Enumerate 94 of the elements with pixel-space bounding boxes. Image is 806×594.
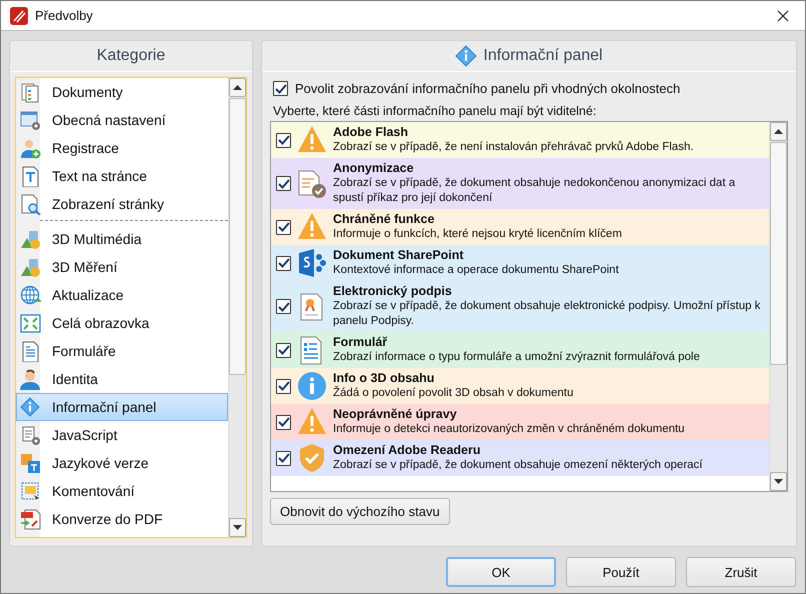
category-item[interactable]: Formuláře	[16, 337, 228, 365]
list-item[interactable]: Chráněné funkce Informuje o funkcích, které nejsou kryté licenčním klíčem	[271, 209, 769, 245]
checkbox[interactable]	[276, 256, 291, 270]
item-description: Informuje o funkcích, které nejsou kryté licenčním klíčem	[333, 227, 623, 242]
checkbox[interactable]	[276, 132, 291, 148]
item-description: Zobrazí se v případě, že dokument obsahuje omezení některých operací	[333, 458, 704, 473]
list-label: Vyberte, které části informačního panelu mají být viditelné:	[273, 104, 598, 118]
item-title: Adobe Flash	[333, 125, 410, 140]
item-description: Žádá o povolení povolit 3D obsah v dokumentu	[333, 386, 574, 401]
window-title: Předvolby	[35, 8, 94, 23]
text-icon	[20, 166, 41, 186]
checkbox[interactable]	[276, 414, 291, 430]
category-item[interactable]: Informační panel	[16, 393, 228, 421]
category-item[interactable]: Celá obrazovka	[16, 309, 228, 337]
dialog-button[interactable]: Zrušit	[686, 557, 796, 587]
item-description: Kontextové informace a operace dokumentu SharePoint	[333, 263, 620, 278]
list-item[interactable]: Elektronický podpis Zobrazí se v případě, že dokument obsahuje elektronické podpisy. Umožní přístup k panelu Podpisy.	[271, 281, 769, 332]
category-item[interactable]: JavaScript	[16, 421, 228, 449]
scrollbar[interactable]	[769, 122, 787, 491]
list-item[interactable]: Dokument SharePoint Kontextové informace a operace dokumentu SharePoint	[271, 245, 769, 281]
document-check-icon	[297, 168, 327, 198]
checkbox[interactable]	[273, 81, 288, 96]
scrollbar[interactable]	[228, 78, 246, 537]
category-item[interactable]: Registrace	[16, 134, 228, 162]
user-add-icon	[20, 138, 41, 158]
item-title: Info o 3D obsahu	[333, 371, 436, 386]
list-item[interactable]: Omezení Adobe Readeru Zobrazí se v případě, že dokument obsahuje omezení některých operací	[271, 440, 769, 476]
dialog-button[interactable]: Použít	[566, 557, 676, 587]
globe-icon	[20, 284, 41, 306]
settings-icon	[20, 110, 41, 130]
item-title: Neoprávněné úpravy	[333, 407, 458, 422]
category-item[interactable]: Obecná nastavení	[16, 106, 228, 134]
reset-button[interactable]: Obnovit do výchozího stavu	[270, 498, 450, 525]
warning-icon	[297, 212, 327, 242]
item-title: Elektronický podpis	[333, 284, 453, 299]
app-logo-icon	[10, 6, 28, 24]
checkbox[interactable]	[276, 342, 291, 358]
list-item[interactable]: Neoprávněné úpravy Informuje o detekci neautorizovaných změn v chráněném dokumentu	[271, 404, 769, 440]
item-title: Omezení Adobe Readeru	[333, 443, 482, 458]
checkbox[interactable]	[276, 220, 291, 234]
shapes-icon	[20, 256, 41, 278]
user-icon	[20, 368, 41, 390]
checkbox[interactable]	[276, 176, 291, 191]
item-title: Formulář	[333, 335, 388, 350]
item-description: Informuje o detekci neautorizovaných změn v chráněném dokumentu	[333, 422, 686, 437]
item-description: Zobrazí se v případě, že dokument obsahuje elektronické podpisy. Umožní přístup k panelu Podpisy.	[333, 299, 762, 329]
info-icon	[20, 396, 41, 418]
list-item[interactable]: Info o 3D obsahu Žádá o povolení povolit 3D obsah v dokumentu	[271, 368, 769, 404]
pdf-convert-icon	[20, 508, 41, 530]
info-icon	[455, 45, 478, 67]
form-icon	[20, 340, 41, 362]
item-description: Zobrazí se v případě, že není instalován přehrávač prvků Adobe Flash.	[333, 140, 695, 155]
item-title: Dokument SharePoint	[333, 248, 465, 263]
scroll-up-icon[interactable]	[233, 85, 242, 90]
list-item[interactable]: Adobe Flash Zobrazí se v případě, že není instalován přehrávač prvků Adobe Flash.	[271, 122, 769, 158]
documents-icon	[20, 82, 41, 102]
category-item[interactable]: Dokumenty	[16, 78, 228, 106]
category-item[interactable]: Zobrazení stránky	[16, 190, 228, 218]
close-icon	[777, 10, 789, 22]
checkbox[interactable]	[276, 299, 291, 314]
checkbox[interactable]	[276, 378, 291, 394]
category-item[interactable]: Jazykové verze	[16, 449, 228, 477]
fullscreen-icon	[20, 312, 41, 334]
item-title: Chráněné funkce	[333, 212, 436, 227]
item-description: Zobrazí se v případě, že dokument obsahuje nedokončenou anonymizaci dat a spustí příkaz pro její dokončení	[333, 176, 736, 206]
scroll-up-icon[interactable]	[774, 129, 783, 134]
comments-icon	[20, 480, 41, 502]
scroll-down-icon[interactable]	[774, 479, 783, 484]
item-description: Zobrazí informace o typu formuláře a umožní zvýraznit formulářová pole	[333, 350, 701, 365]
warning-icon	[297, 407, 327, 437]
sharepoint-icon	[297, 248, 327, 278]
checkbox-label: Povolit zobrazování informačního panelu při vhodných okolnostech	[295, 81, 680, 96]
shield-icon	[297, 443, 327, 473]
category-item[interactable]: 3D Multimédia	[16, 225, 228, 253]
shapes-icon	[20, 228, 41, 250]
item-title: Anonymizace	[333, 161, 415, 176]
script-icon	[20, 424, 41, 446]
scroll-down-icon[interactable]	[233, 525, 242, 530]
category-item[interactable]: Komentování	[16, 477, 228, 505]
panel-heading: Informační panel	[483, 47, 603, 65]
category-item[interactable]: Identita	[16, 365, 228, 393]
list-item[interactable]: Formulář Zobrazí informace o typu formuláře a umožní zvýraznit formulářová pole	[271, 332, 769, 368]
info-icon	[297, 371, 327, 401]
dialog-button[interactable]: OK	[446, 557, 556, 587]
category-item[interactable]: Konverze do PDF	[16, 505, 228, 533]
translate-icon	[20, 452, 41, 474]
panel-heading: Kategorie	[10, 41, 252, 72]
warning-icon	[297, 125, 327, 155]
category-item[interactable]: Text na stránce	[16, 162, 228, 190]
category-item[interactable]: 3D Měření	[16, 253, 228, 281]
checkbox[interactable]	[276, 450, 291, 466]
list-item[interactable]: Anonymizace Zobrazí se v případě, že dokument obsahuje nedokončenou anonymizaci dat a spustí příkaz pro její dokončení	[271, 158, 769, 209]
category-item[interactable]: Aktualizace	[16, 281, 228, 309]
page-zoom-icon	[20, 194, 41, 214]
